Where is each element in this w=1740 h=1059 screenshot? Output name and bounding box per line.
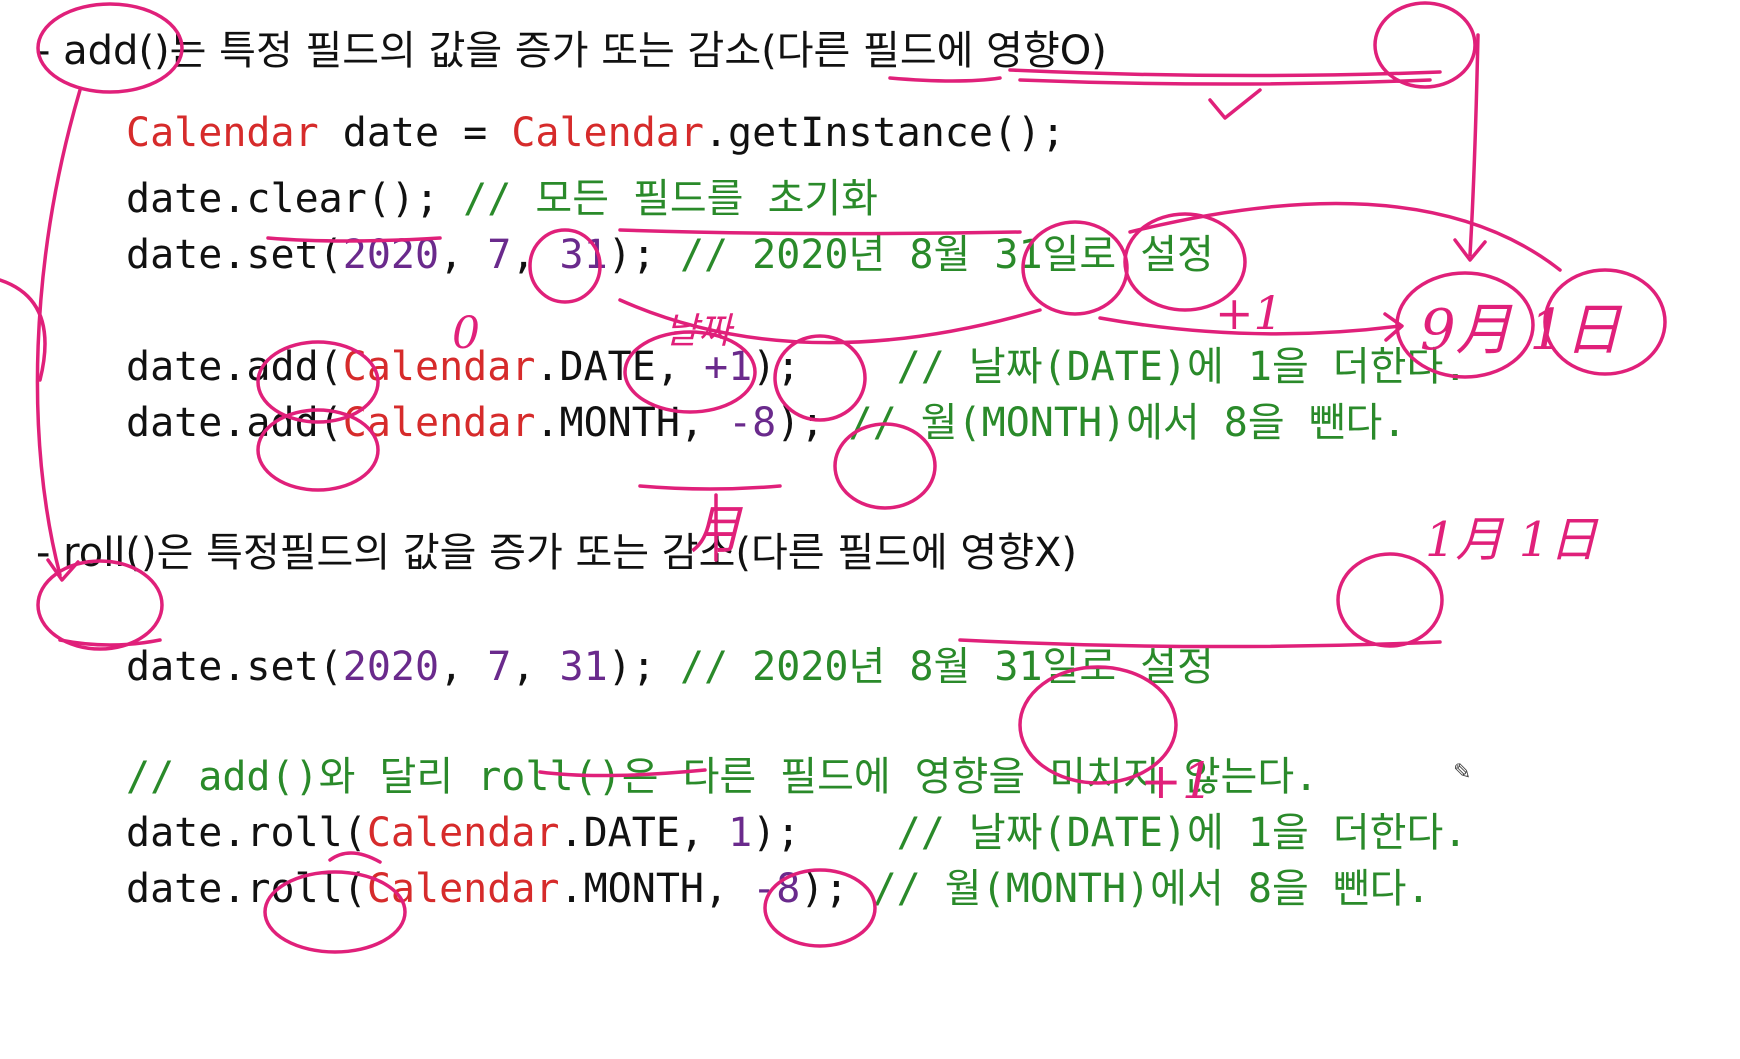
ink-plus-one-a: +1 xyxy=(1215,286,1283,340)
ink-jan-first: 1月 1日 xyxy=(1425,512,1598,568)
code-text: date.set( xyxy=(126,644,343,690)
class-token: Calendar xyxy=(342,400,536,446)
number-token: 7 xyxy=(487,644,512,690)
number-token: -8 xyxy=(728,400,777,446)
class-token: Calendar xyxy=(342,344,536,390)
code-comment: // 월(MONTH)에서 8을 뺀다. xyxy=(872,866,1431,912)
code-comment: // 모든 필드를 초기화 xyxy=(463,176,878,222)
code-text: ); xyxy=(607,644,680,690)
code-line-getinstance: Calendar date = Calendar.getInstance(); xyxy=(126,110,1065,156)
code-line-clear: date.clear(); // 모든 필드를 초기화 xyxy=(126,166,878,224)
code-text: .getInstance(); xyxy=(703,110,1066,156)
ink-date-note: 날짜 xyxy=(665,311,732,352)
number-token: 7 xyxy=(487,232,512,278)
code-line-add-month: date.add(Calendar.MONTH, -8); // 월(MONTH… xyxy=(126,390,1406,448)
number-token: 31 xyxy=(559,232,608,278)
ink-zero: 0 xyxy=(452,308,480,359)
code-text: date.add( xyxy=(126,344,343,390)
code-text: date.clear(); xyxy=(126,176,464,222)
code-line-set-2: date.set(2020, 7, 31); // 2020년 8월 31일로 … xyxy=(126,634,1214,692)
code-line-add-date: date.add(Calendar.DATE, +1); // 날짜(DATE)… xyxy=(126,334,1467,392)
heading-roll: - roll()은 특정필드의 값을 증가 또는 감소(다른 필드에 영향X) xyxy=(36,530,1078,576)
number-token: -8 xyxy=(752,866,801,912)
code-text: date.roll( xyxy=(126,866,367,912)
code-text: ); xyxy=(752,344,897,390)
code-text: .MONTH, xyxy=(559,866,753,912)
number-token: 2020 xyxy=(342,232,440,278)
code-text: ); xyxy=(752,810,897,856)
code-text: , xyxy=(511,232,560,278)
class-token: Calendar xyxy=(511,110,704,156)
class-token: Calendar xyxy=(126,110,319,156)
code-comment: // 월(MONTH)에서 8을 뺀다. xyxy=(848,400,1407,446)
ink-month-mark: 月 xyxy=(690,501,743,561)
code-text: .MONTH, xyxy=(535,400,729,446)
code-text: , xyxy=(439,644,488,690)
number-token: 1 xyxy=(728,810,753,856)
code-text: date.roll( xyxy=(126,810,367,856)
pencil-cursor-icon: ✎ xyxy=(1453,760,1472,785)
code-text: date = xyxy=(318,110,512,156)
code-text: , xyxy=(439,232,488,278)
code-text: .DATE, xyxy=(559,810,729,856)
ink-arrow-add-roll xyxy=(35,88,82,577)
code-text: ); xyxy=(800,866,873,912)
code-line-set: date.set(2020, 7, 31); // 2020년 8월 31일로 … xyxy=(126,222,1214,280)
class-token: Calendar xyxy=(366,810,560,856)
class-token: Calendar xyxy=(366,866,560,912)
ink-sep-first: 9月 1日 xyxy=(1420,298,1622,363)
code-comment: // 날짜(DATE)에 1을 더한다. xyxy=(896,344,1468,390)
code-comment: // 2020년 8월 31일로 설정 xyxy=(679,644,1214,690)
code-comment: // 2020년 8월 31일로 설정 xyxy=(679,232,1214,278)
code-comment: // 날짜(DATE)에 1을 더한다. xyxy=(896,810,1468,856)
heading-add: - add()는 특정 필드의 값을 증가 또는 감소(다른 필드에 영향O) xyxy=(36,28,1107,74)
code-line-roll-date: date.roll(Calendar.DATE, 1); // 날짜(DATE)… xyxy=(126,800,1467,858)
number-token: 2020 xyxy=(342,644,440,690)
code-text: , xyxy=(511,644,560,690)
code-line-roll-month: date.roll(Calendar.MONTH, -8); // 월(MONT… xyxy=(126,856,1431,914)
code-text: ); xyxy=(776,400,849,446)
ink-plus-one-b: +1 xyxy=(1140,752,1214,810)
number-token: 31 xyxy=(559,644,608,690)
code-text: date.add( xyxy=(126,400,343,446)
code-text: ); xyxy=(607,232,680,278)
code-text: date.set( xyxy=(126,232,343,278)
